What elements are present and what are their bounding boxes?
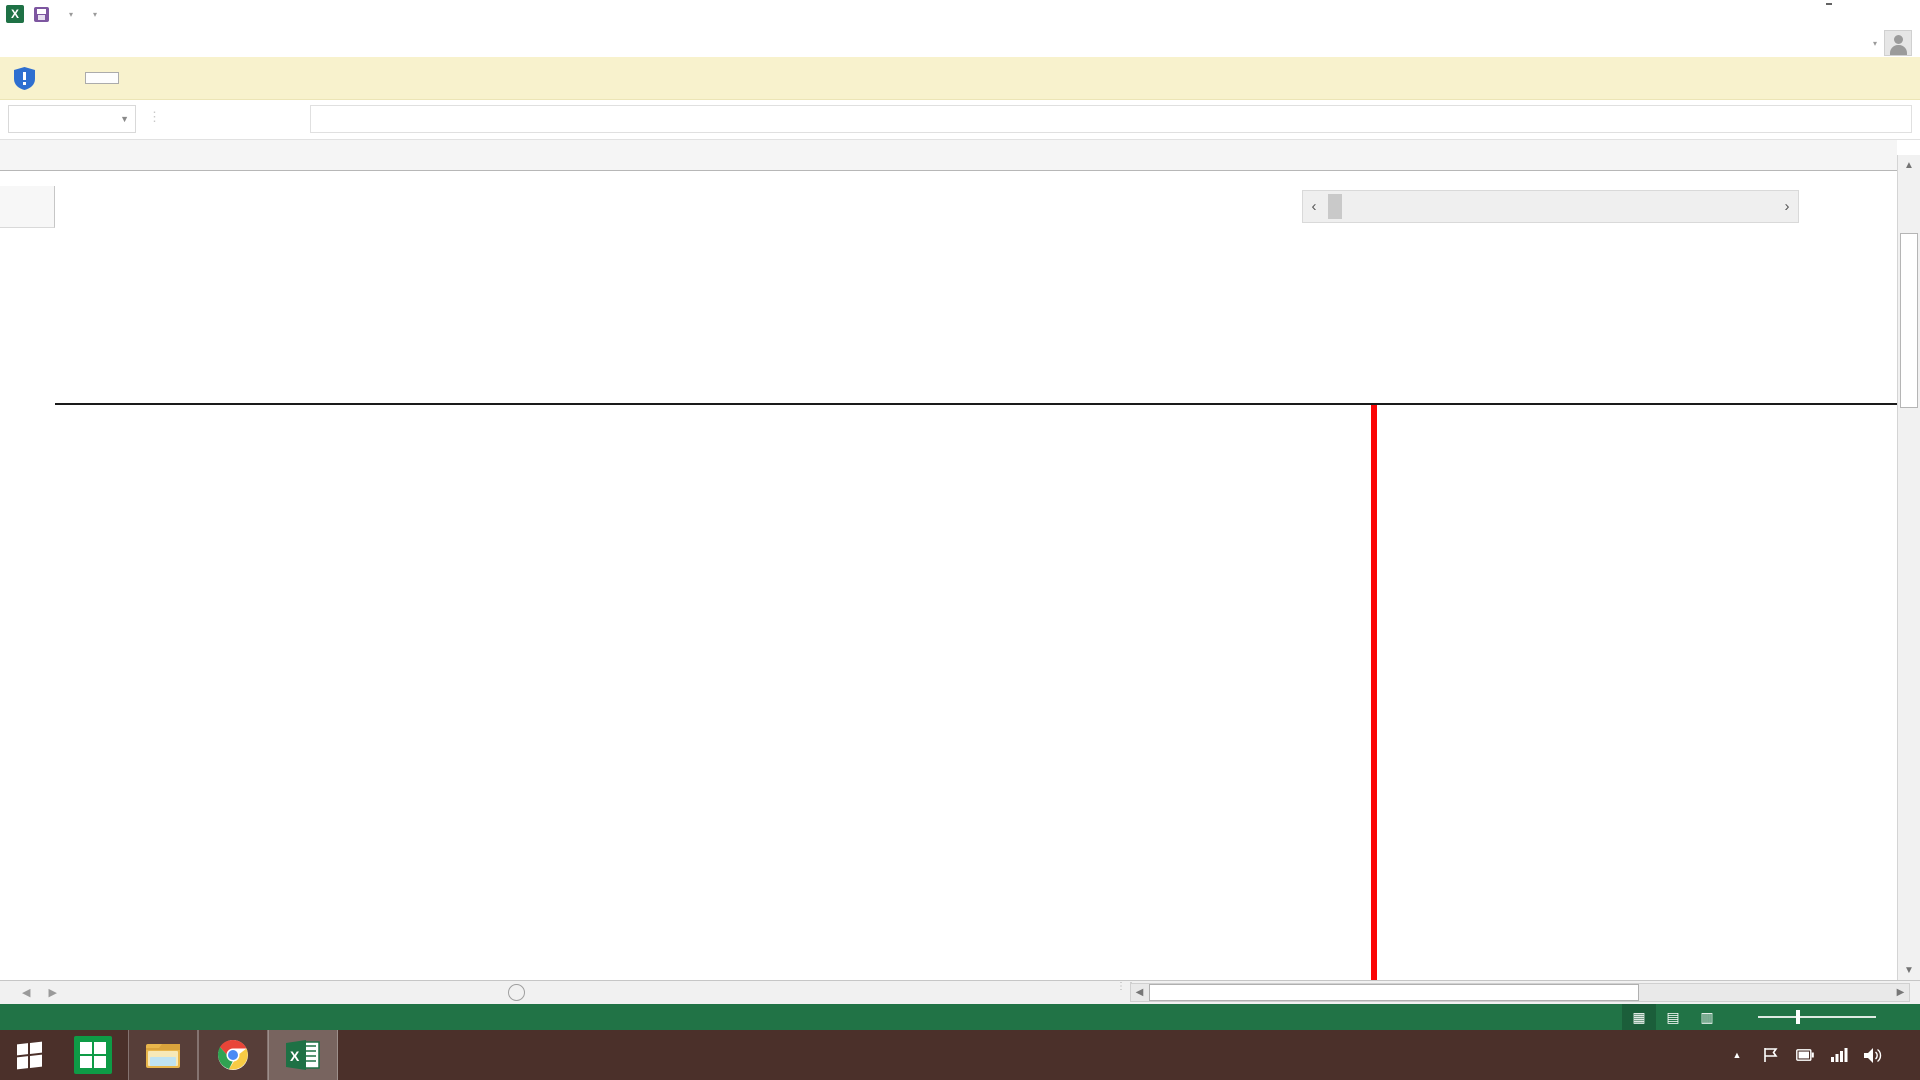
start-button[interactable] <box>0 1030 58 1080</box>
ribbon-tab-bar <box>0 27 1920 57</box>
timeline-scroll-left-icon[interactable]: ‹ <box>1303 191 1325 222</box>
zoom-slider-thumb[interactable] <box>1796 1010 1800 1024</box>
system-tray: ▲ <box>1728 1046 1920 1064</box>
next-sheet-icon[interactable]: ▶ <box>48 986 56 999</box>
zoom-slider[interactable] <box>1758 1016 1876 1018</box>
account-area[interactable]: ▾ <box>1866 30 1912 56</box>
new-sheet-button[interactable] <box>508 984 525 1001</box>
titlebar: X ▾ ▾ <box>0 0 1920 27</box>
tray-expand-icon[interactable]: ▲ <box>1728 1046 1746 1064</box>
status-bar: ▦ ▤ ▥ <box>0 1004 1920 1030</box>
timeline-scroll-right-icon[interactable]: › <box>1776 191 1798 222</box>
undo-caret-icon[interactable]: ▾ <box>69 10 73 19</box>
scroll-right-icon[interactable]: ▶ <box>1892 984 1909 1001</box>
worksheet: ‹ › ▲ ▼ <box>0 140 1920 980</box>
row-header-8[interactable] <box>0 186 55 228</box>
taskbar-chrome-button[interactable] <box>198 1030 268 1080</box>
taskbar-store-button[interactable] <box>58 1030 128 1080</box>
excel-icon: X <box>286 1040 320 1070</box>
chrome-icon <box>217 1039 249 1071</box>
taskbar-explorer-button[interactable] <box>128 1030 198 1080</box>
formula-bar: ▼ ⋮ <box>0 100 1920 140</box>
file-explorer-icon <box>145 1040 181 1070</box>
timeline-scroll-thumb[interactable] <box>1328 194 1342 219</box>
name-box-caret-icon[interactable]: ▼ <box>120 114 129 124</box>
sheet-tab-nav: ◀ ▶ <box>22 981 57 1004</box>
ribbon-display-options-button[interactable] <box>1826 3 1832 5</box>
excel-app-icon: X <box>6 5 24 23</box>
windows-logo-icon <box>17 1041 42 1069</box>
scroll-down-icon[interactable]: ▼ <box>1898 960 1920 980</box>
sheet-tabs-bar: ◀ ▶ ⋮⋮ ◀ ▶ <box>0 980 1920 1004</box>
timeline-scroll-control[interactable]: ‹ › <box>1302 190 1799 223</box>
save-icon[interactable] <box>34 7 49 22</box>
vertical-scroll-thumb[interactable] <box>1900 233 1918 408</box>
horizontal-scrollbar[interactable]: ◀ ▶ <box>1130 983 1910 1002</box>
user-caret-icon[interactable]: ▾ <box>1873 39 1877 48</box>
scroll-left-icon[interactable]: ◀ <box>1131 984 1148 1001</box>
prev-sheet-icon[interactable]: ◀ <box>22 986 30 999</box>
shield-icon <box>14 67 35 90</box>
scroll-up-icon[interactable]: ▲ <box>1898 155 1920 175</box>
svg-text:X: X <box>290 1048 300 1064</box>
redo-caret-icon[interactable]: ▾ <box>93 10 97 19</box>
action-center-flag-icon[interactable] <box>1762 1046 1780 1064</box>
header-underline <box>55 403 1897 405</box>
protected-view-bar <box>0 57 1920 100</box>
formula-input[interactable] <box>310 105 1912 133</box>
today-marker-line <box>1371 405 1377 980</box>
quick-access-toolbar: X ▾ ▾ <box>6 3 107 25</box>
volume-icon[interactable] <box>1864 1046 1882 1064</box>
name-box[interactable]: ▼ <box>8 105 136 133</box>
page-layout-view-button[interactable]: ▤ <box>1656 1004 1690 1030</box>
row-8: ‹ › <box>0 186 1897 228</box>
battery-icon[interactable] <box>1796 1046 1814 1064</box>
page-break-view-button[interactable]: ▥ <box>1690 1004 1724 1030</box>
horizontal-scroll-thumb[interactable] <box>1149 984 1639 1001</box>
vertical-scrollbar[interactable]: ▲ ▼ <box>1897 155 1920 980</box>
avatar[interactable] <box>1884 30 1912 56</box>
taskbar: X ▲ <box>0 1030 1920 1080</box>
excel-window: X ▾ ▾ ▾ <box>0 0 1920 1080</box>
normal-view-button[interactable]: ▦ <box>1622 1004 1656 1030</box>
column-headers <box>0 140 1897 171</box>
windows-store-icon <box>74 1036 112 1074</box>
enable-editing-button[interactable] <box>85 72 119 84</box>
window-controls <box>1800 3 1910 5</box>
taskbar-excel-button[interactable]: X <box>268 1030 338 1080</box>
header-row <box>0 228 1897 403</box>
formula-bar-separator: ⋮ <box>148 109 161 125</box>
network-signal-icon[interactable] <box>1830 1046 1848 1064</box>
